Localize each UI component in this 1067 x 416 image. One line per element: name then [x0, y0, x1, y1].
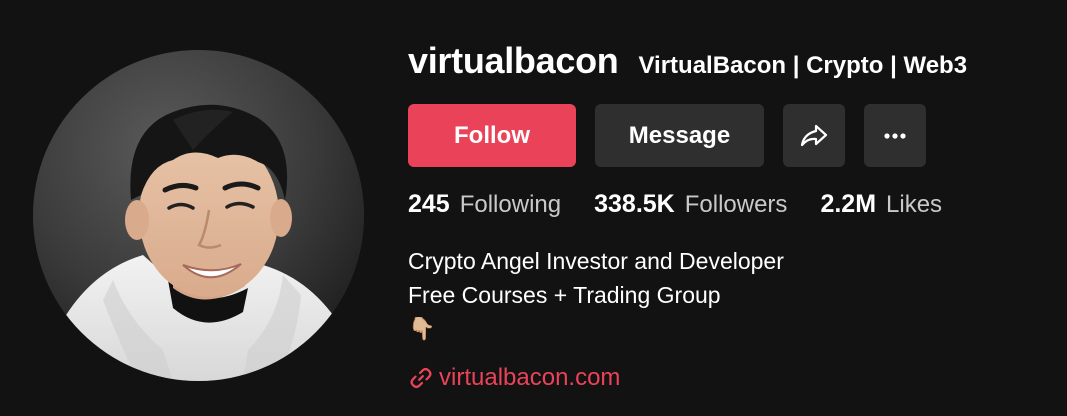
display-name: VirtualBacon | Crypto | Web3: [638, 52, 968, 79]
share-button[interactable]: [783, 104, 845, 167]
profile-header: virtualbacon VirtualBacon | Crypto | Web…: [0, 0, 1067, 416]
profile-link[interactable]: virtualbacon.com: [410, 364, 620, 392]
followers-count: 338.5K: [594, 190, 675, 218]
follow-button[interactable]: Follow: [408, 104, 576, 167]
stat-following[interactable]: 245 Following: [408, 190, 561, 219]
stat-likes: 2.2M Likes: [820, 190, 942, 219]
share-icon: [800, 124, 828, 146]
stat-followers[interactable]: 338.5K Followers: [594, 190, 787, 219]
avatar[interactable]: [33, 50, 364, 381]
likes-label: Likes: [886, 191, 943, 218]
title-row: virtualbacon VirtualBacon | Crypto | Web…: [408, 40, 967, 82]
more-icon: [884, 132, 906, 139]
following-label: Following: [459, 191, 562, 218]
avatar-image: [33, 50, 364, 381]
username: virtualbacon: [408, 40, 619, 81]
link-icon: [410, 367, 432, 389]
message-button[interactable]: Message: [595, 104, 764, 167]
profile-stats: 245 Following 338.5K Followers 2.2M Like…: [408, 190, 975, 219]
followers-label: Followers: [684, 191, 788, 218]
action-buttons: Follow Message: [408, 104, 926, 167]
bio-line: Crypto Angel Investor and Developer: [408, 248, 784, 274]
bio-line: Free Courses + Trading Group: [408, 282, 721, 308]
bio: Crypto Angel Investor and Developer Free…: [408, 244, 784, 346]
following-count: 245: [408, 190, 450, 218]
pointing-down-emoji: 👇🏼: [408, 316, 436, 341]
more-button[interactable]: [864, 104, 926, 167]
likes-count: 2.2M: [820, 190, 877, 218]
profile-link-text: virtualbacon.com: [439, 364, 621, 391]
